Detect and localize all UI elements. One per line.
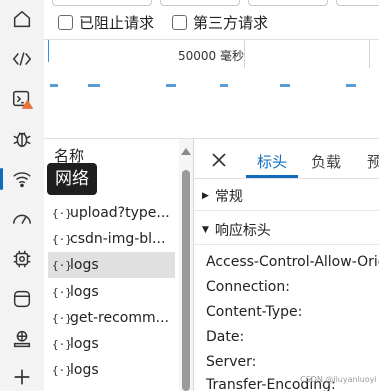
header-name: Date: [206,329,245,345]
overview-gridline [369,40,370,68]
request-row[interactable]: {·} upload?type... [48,200,175,226]
fetch-icon: {·} [52,258,72,272]
header-name: Connection: [206,279,290,295]
general-section-title: 常规 [214,188,243,205]
home-icon[interactable] [7,4,37,34]
third-party-requests-checkbox[interactable]: 第三方请求 [172,12,268,33]
fetch-icon: {·} [52,232,72,246]
request-name: upload?type... [70,205,170,221]
performance-icon[interactable] [7,204,37,234]
third-party-requests-label: 第三方请求 [193,14,269,32]
fetch-icon: {·} [52,206,72,220]
active-tab-indicator [246,175,298,178]
checkbox-box[interactable] [58,15,73,30]
request-name: logs [70,336,99,352]
blocked-requests-checkbox[interactable]: 已阻止请求 [58,12,154,33]
application-icon[interactable] [7,284,37,314]
fetch-icon: {·} [52,363,72,377]
scrollbar-thumb[interactable] [182,170,190,391]
timeline-overview[interactable]: 50000 毫秒 [44,40,379,139]
request-row[interactable]: {·} logs [48,357,175,383]
filter-chip[interactable] [248,0,328,6]
fetch-icon: {·} [52,337,72,351]
request-details-panel: 标头 负载 预 ▶ 常规 ▼ 响应标头 Access-Control-Allow… [194,139,379,391]
overview-gridline [244,40,245,68]
checkbox-box[interactable] [172,15,187,30]
watermark: CSDN @jiuyanluoyi [300,375,377,384]
fetch-icon: {·} [52,285,72,299]
collapse-triangle-icon: ▼ [202,224,209,235]
activity-bar [0,0,44,391]
filter-chip[interactable] [52,0,152,6]
request-name: get-recomm... [70,310,169,326]
request-name: logs [70,257,99,273]
request-list-scrollbar[interactable] [179,139,193,391]
more-tools-icon[interactable] [7,362,37,391]
request-row-selected[interactable]: {·} logs [48,252,175,278]
overview-request-bar [280,84,290,87]
network-tooltip: 网络 [47,163,97,195]
tab-payload[interactable]: 负载 [311,151,341,172]
memory-icon[interactable] [7,244,37,274]
header-name: Access-Control-Allow-Origi [206,254,379,270]
header-name: Server: [206,354,257,370]
tab-preview[interactable]: 预 [367,151,379,172]
request-name: logs [70,362,99,378]
overview-request-bar [88,84,100,87]
overview-request-bar [220,84,228,87]
fetch-icon: {·} [52,311,72,325]
response-headers-section-toggle[interactable]: ▼ 响应标头 [194,215,379,245]
request-name: logs [70,284,99,300]
elements-icon[interactable] [7,44,37,74]
request-name: csdn-img-bl... [70,231,166,247]
request-row[interactable]: {·} logs [48,279,175,305]
details-tab-bar: 标头 负载 预 [194,139,379,179]
sources-icon[interactable] [7,124,37,154]
request-row[interactable]: {·} csdn-img-bl... [48,226,175,252]
overview-edge [48,40,49,62]
close-icon[interactable] [210,151,228,169]
network-icon[interactable] [0,164,37,194]
overview-request-bar [346,84,356,87]
header-name: Content-Type: [206,304,303,320]
overview-scale-label: 50000 毫秒 [178,49,244,63]
security-icon[interactable] [7,324,37,354]
filter-bar: 已阻止请求 第三方请求 [44,0,379,40]
filter-chip[interactable] [160,0,240,6]
scroll-up-icon[interactable] [181,148,191,155]
blocked-requests-label: 已阻止请求 [79,14,155,32]
general-section-toggle[interactable]: ▶ 常规 [194,181,379,211]
console-icon[interactable] [7,84,37,114]
filter-chip[interactable] [336,0,379,6]
overview-request-bar [50,84,58,87]
tab-headers[interactable]: 标头 [257,151,287,172]
response-headers-title: 响应标头 [214,222,271,239]
overview-request-bar [166,84,176,87]
request-row[interactable]: {·} logs [48,331,175,357]
expand-triangle-icon: ▶ [202,190,209,201]
request-row[interactable]: {·} get-recomm... [48,305,175,331]
